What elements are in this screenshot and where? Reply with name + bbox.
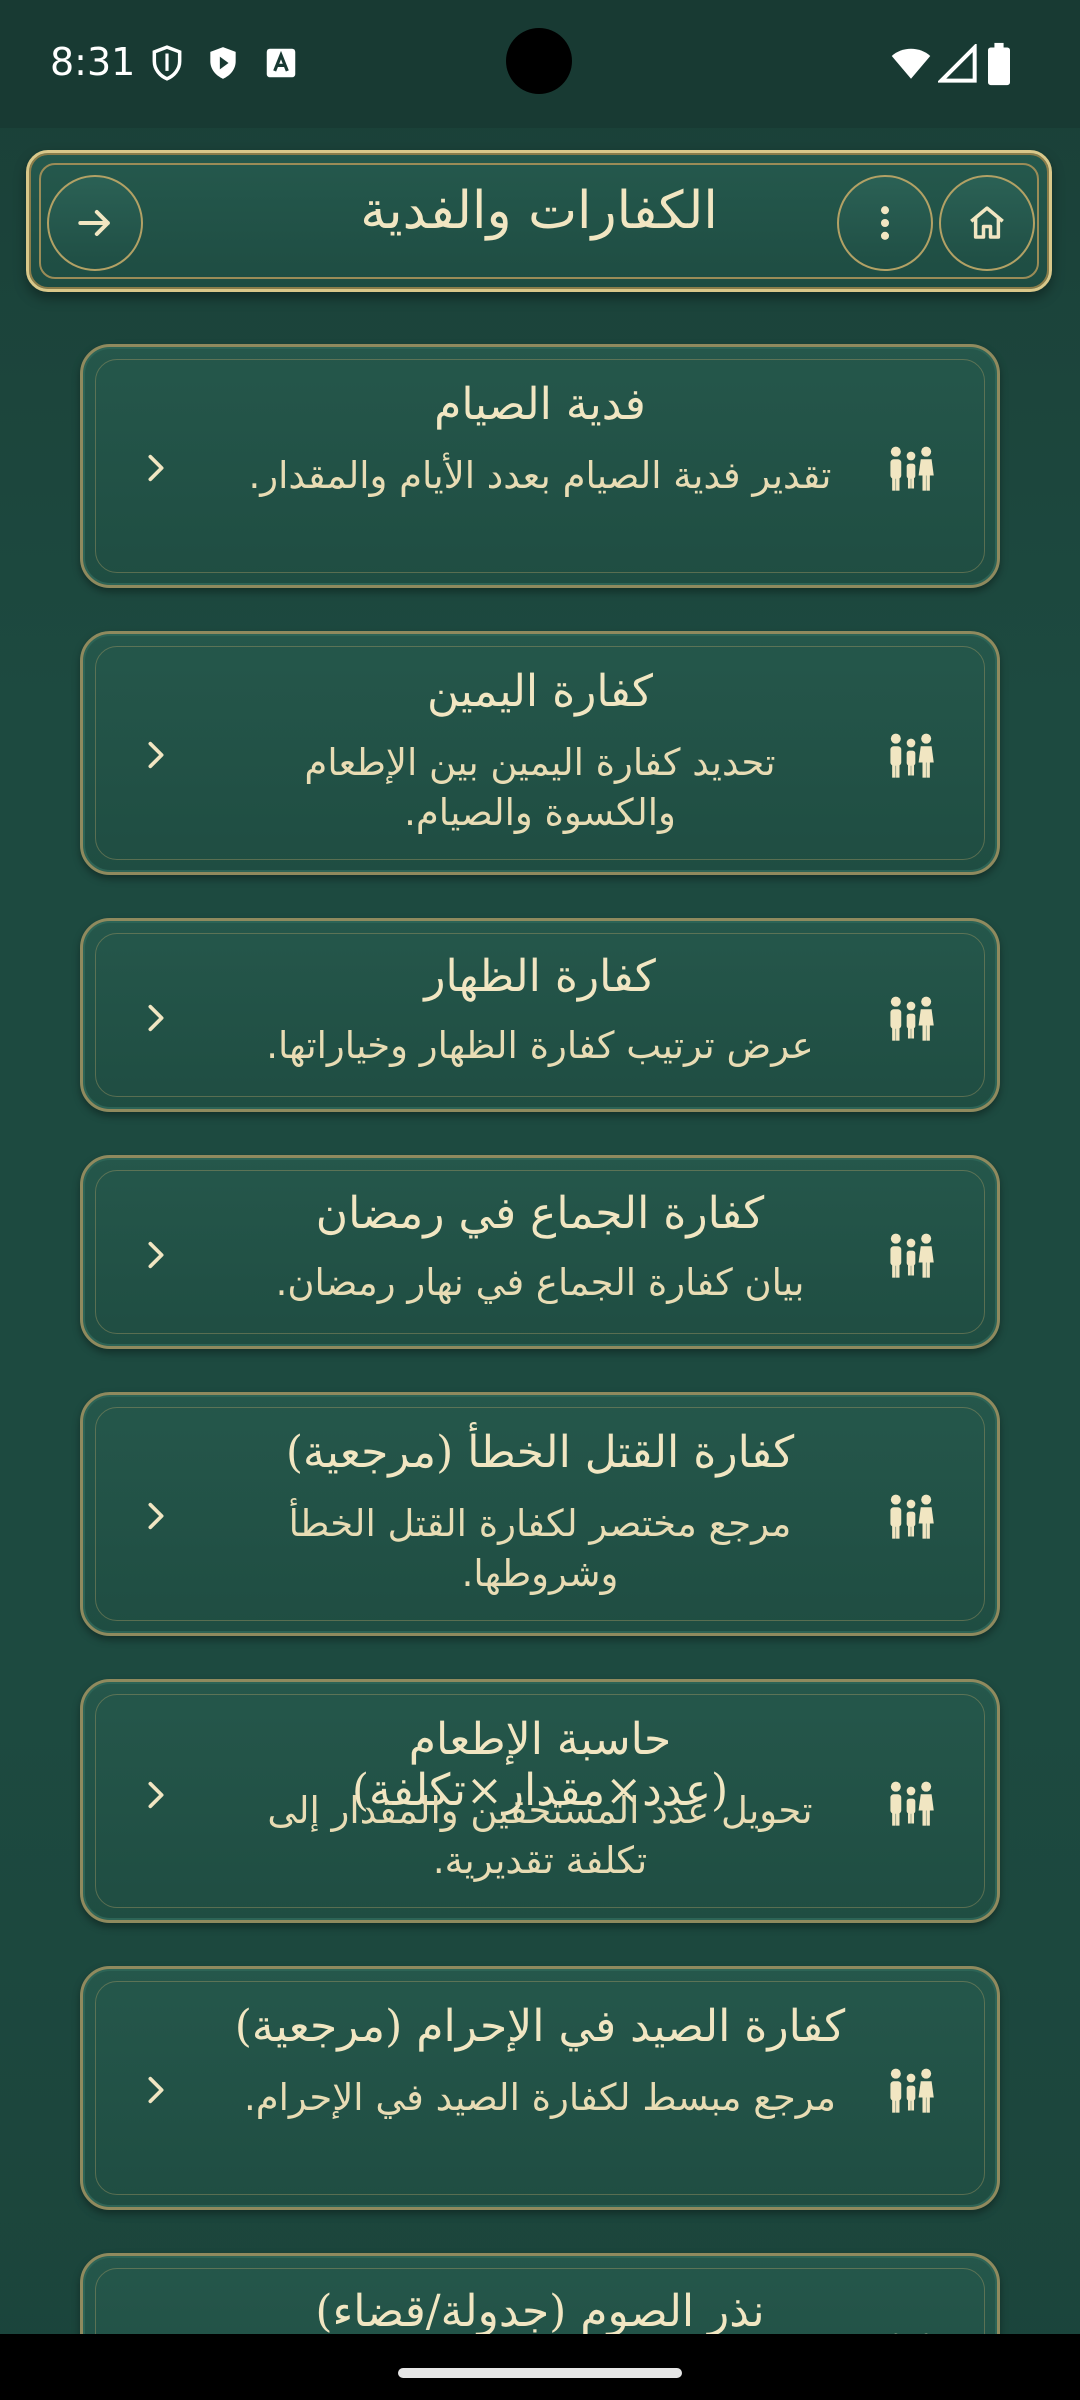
chevron-icon	[148, 454, 164, 482]
list-item-ramadan-intercourse-expiation[interactable]: كفارة الجماع في رمضان بيان كفارة الجماع …	[80, 1155, 1000, 1349]
wifi-icon	[891, 48, 931, 79]
chevron-icon	[148, 1502, 164, 1530]
chevron-icon	[148, 1004, 164, 1032]
card-title: كفارة اليمين	[426, 666, 653, 717]
card-description: بيان كفارة الجماع في نهار رمضان.	[275, 1261, 805, 1304]
card-description: مرجع مختصر لكفارة القتل الخطأ وشروطها.	[288, 1502, 792, 1595]
list-item-zihar-expiation[interactable]: كفارة الظهار عرض ترتيب كفارة الظهار وخيا…	[80, 918, 1000, 1112]
chevron-icon	[148, 2076, 164, 2104]
home-button[interactable]	[939, 175, 1035, 271]
back-button[interactable]	[47, 175, 143, 271]
signal-icon	[938, 44, 977, 83]
app-header: الكفارات والفدية	[26, 150, 1052, 292]
more-options-button[interactable]	[837, 175, 933, 271]
people-icon	[890, 446, 934, 491]
card-title: فدية الصيام	[434, 379, 646, 430]
people-icon	[890, 733, 934, 778]
card-title: نذر الصوم (جدولة/قضاء)	[315, 2286, 765, 2337]
list-item-fasting-ransom[interactable]: فدية الصيام تقدير فدية الصيام بعدد الأيا…	[80, 344, 1000, 588]
card-title: كفارة القتل الخطأ (مرجعية)	[285, 1427, 795, 1478]
people-icon	[890, 996, 934, 1041]
camera-cutout	[506, 28, 572, 94]
list-item-hunting-in-ihram-expiation[interactable]: كفارة الصيد في الإحرام (مرجعية) مرجع مبس…	[80, 1966, 1000, 2210]
card-description: عرض ترتيب كفارة الظهار وخياراتها.	[266, 1024, 814, 1067]
card-description: تقدير فدية الصيام بعدد الأيام والمقدار.	[248, 454, 832, 497]
card-title: كفارة الظهار	[424, 951, 656, 1002]
card-title: كفارة الجماع في رمضان	[315, 1188, 765, 1239]
chevron-icon	[148, 1241, 164, 1269]
font-icon	[266, 48, 296, 78]
arrow-right-icon	[78, 209, 110, 237]
battery-icon	[988, 42, 1010, 86]
more-vertical-icon	[880, 206, 890, 240]
status-bar: 8:31	[0, 0, 1080, 128]
people-icon	[890, 2068, 934, 2113]
list-item-feeding-calculator[interactable]: حاسبة الإطعام (عدد×مقدار×تكلفة) تحويل عد…	[80, 1679, 1000, 1923]
people-icon	[890, 1781, 934, 1826]
people-icon	[890, 1494, 934, 1539]
chevron-icon	[148, 1781, 164, 1809]
status-time: 8:31	[50, 40, 136, 84]
people-icon	[890, 1233, 934, 1278]
list-item-oath-expiation[interactable]: كفارة اليمين تحديد كفارة اليمين بين الإط…	[80, 631, 1000, 875]
card-description: تحويل عدد المستحقين والمقدار إلى تكلفة ت…	[267, 1789, 813, 1882]
system-nav-bar	[0, 2334, 1080, 2400]
home-gesture-handle[interactable]	[398, 2368, 682, 2378]
page-title: الكفارات والفدية	[360, 181, 718, 241]
list-item-manslaughter-expiation[interactable]: كفارة القتل الخطأ (مرجعية) مرجع مختصر لك…	[80, 1392, 1000, 1636]
home-icon	[970, 206, 1004, 239]
shield-icon	[152, 45, 182, 81]
card-title: كفارة الصيد في الإحرام (مرجعية)	[234, 2001, 846, 2052]
card-description: تحديد كفارة اليمين بين الإطعام والكسوة و…	[304, 741, 776, 834]
screen: 8:31 الكفارات والفدية فدية الصيام تقدير …	[0, 0, 1080, 2400]
chevron-icon	[148, 741, 164, 769]
play-protect-icon	[210, 47, 236, 79]
card-description: مرجع مبسط لكفارة الصيد في الإحرام.	[243, 2076, 837, 2119]
